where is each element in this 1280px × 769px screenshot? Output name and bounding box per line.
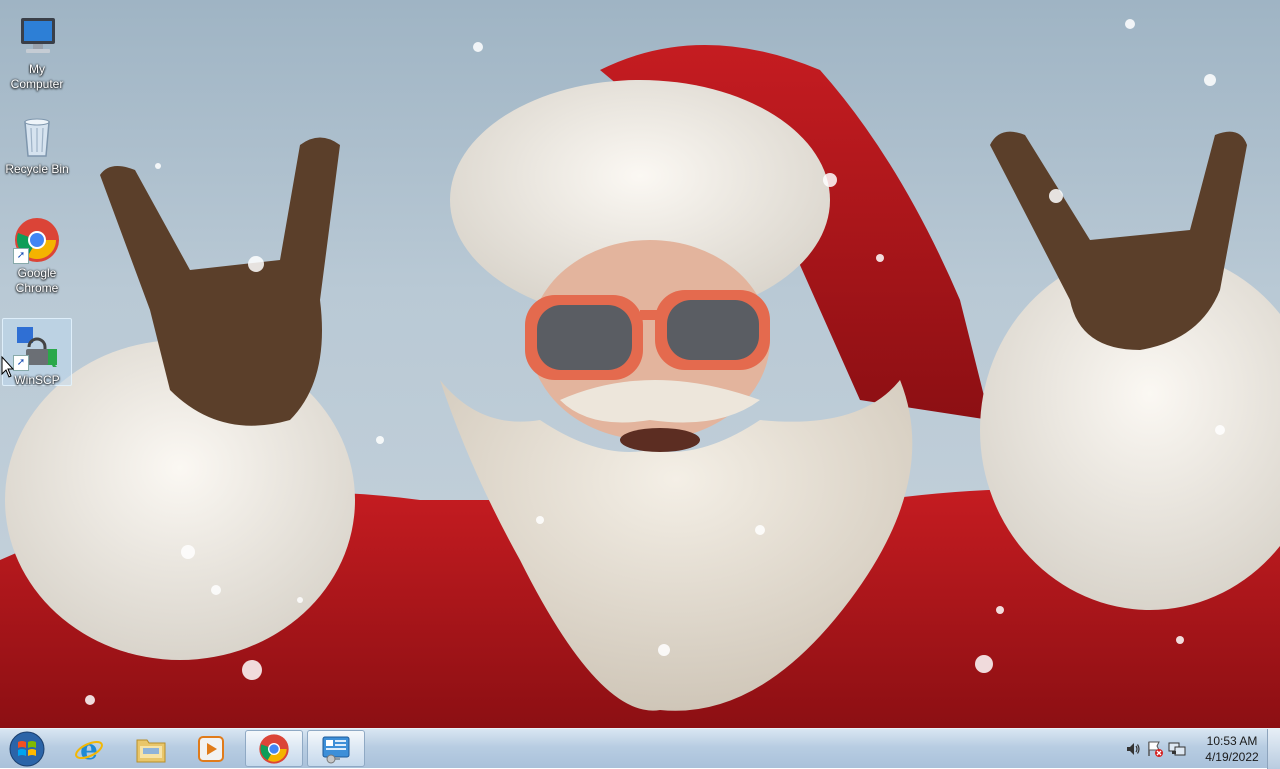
taskbar-internet-explorer-button[interactable]: e — [60, 730, 118, 767]
desktop-icon-label: Google Chrome — [15, 266, 59, 295]
windows-logo-icon — [9, 731, 45, 766]
taskbar: e 10:53 AM 4/19/2022 — [0, 728, 1280, 769]
chrome-icon: ➚ — [13, 216, 61, 264]
taskbar-control-panel-button[interactable] — [307, 730, 365, 767]
desktop-icon-label: Recycle Bin — [5, 162, 69, 176]
mouse-cursor-icon — [1, 356, 15, 378]
desktop: My Computer Recycle Bin ➚ Google Chrome — [0, 0, 1280, 728]
network-icon[interactable] — [1166, 738, 1188, 760]
chrome-icon — [259, 733, 289, 764]
desktop-icon-recycle-bin[interactable]: Recycle Bin — [2, 108, 72, 177]
svg-text:e: e — [80, 733, 98, 765]
shortcut-arrow-icon: ➚ — [13, 248, 29, 264]
media-player-icon — [198, 735, 224, 762]
taskbar-windows-explorer-button[interactable] — [122, 730, 180, 767]
internet-explorer-icon: e — [75, 733, 103, 765]
computer-icon — [13, 12, 61, 60]
system-tray: 10:53 AM 4/19/2022 — [1122, 729, 1262, 769]
clock-time: 10:53 AM — [1206, 734, 1258, 748]
shortcut-arrow-icon: ➚ — [13, 355, 29, 371]
start-button[interactable] — [4, 730, 50, 767]
winscp-icon: ➚ — [13, 323, 61, 371]
show-desktop-button[interactable] — [1267, 729, 1280, 769]
desktop-icon-label: WinSCP — [14, 373, 60, 387]
volume-icon[interactable] — [1122, 738, 1144, 760]
folder-icon — [136, 739, 166, 762]
wallpaper-image — [0, 19, 1280, 728]
clock[interactable]: 10:53 AM 4/19/2022 — [1202, 733, 1262, 765]
taskbar-google-chrome-button[interactable] — [245, 730, 303, 767]
desktop-icon-label: My Computer — [10, 62, 64, 91]
clock-date: 4/19/2022 — [1205, 750, 1259, 764]
action-center-icon[interactable] — [1144, 738, 1166, 760]
control-panel-icon — [322, 736, 350, 763]
desktop-icon-my-computer[interactable]: My Computer — [2, 8, 72, 92]
recycle-bin-icon — [13, 112, 61, 160]
desktop-icon-google-chrome[interactable]: ➚ Google Chrome — [2, 212, 72, 296]
taskbar-media-player-button[interactable] — [182, 730, 240, 767]
